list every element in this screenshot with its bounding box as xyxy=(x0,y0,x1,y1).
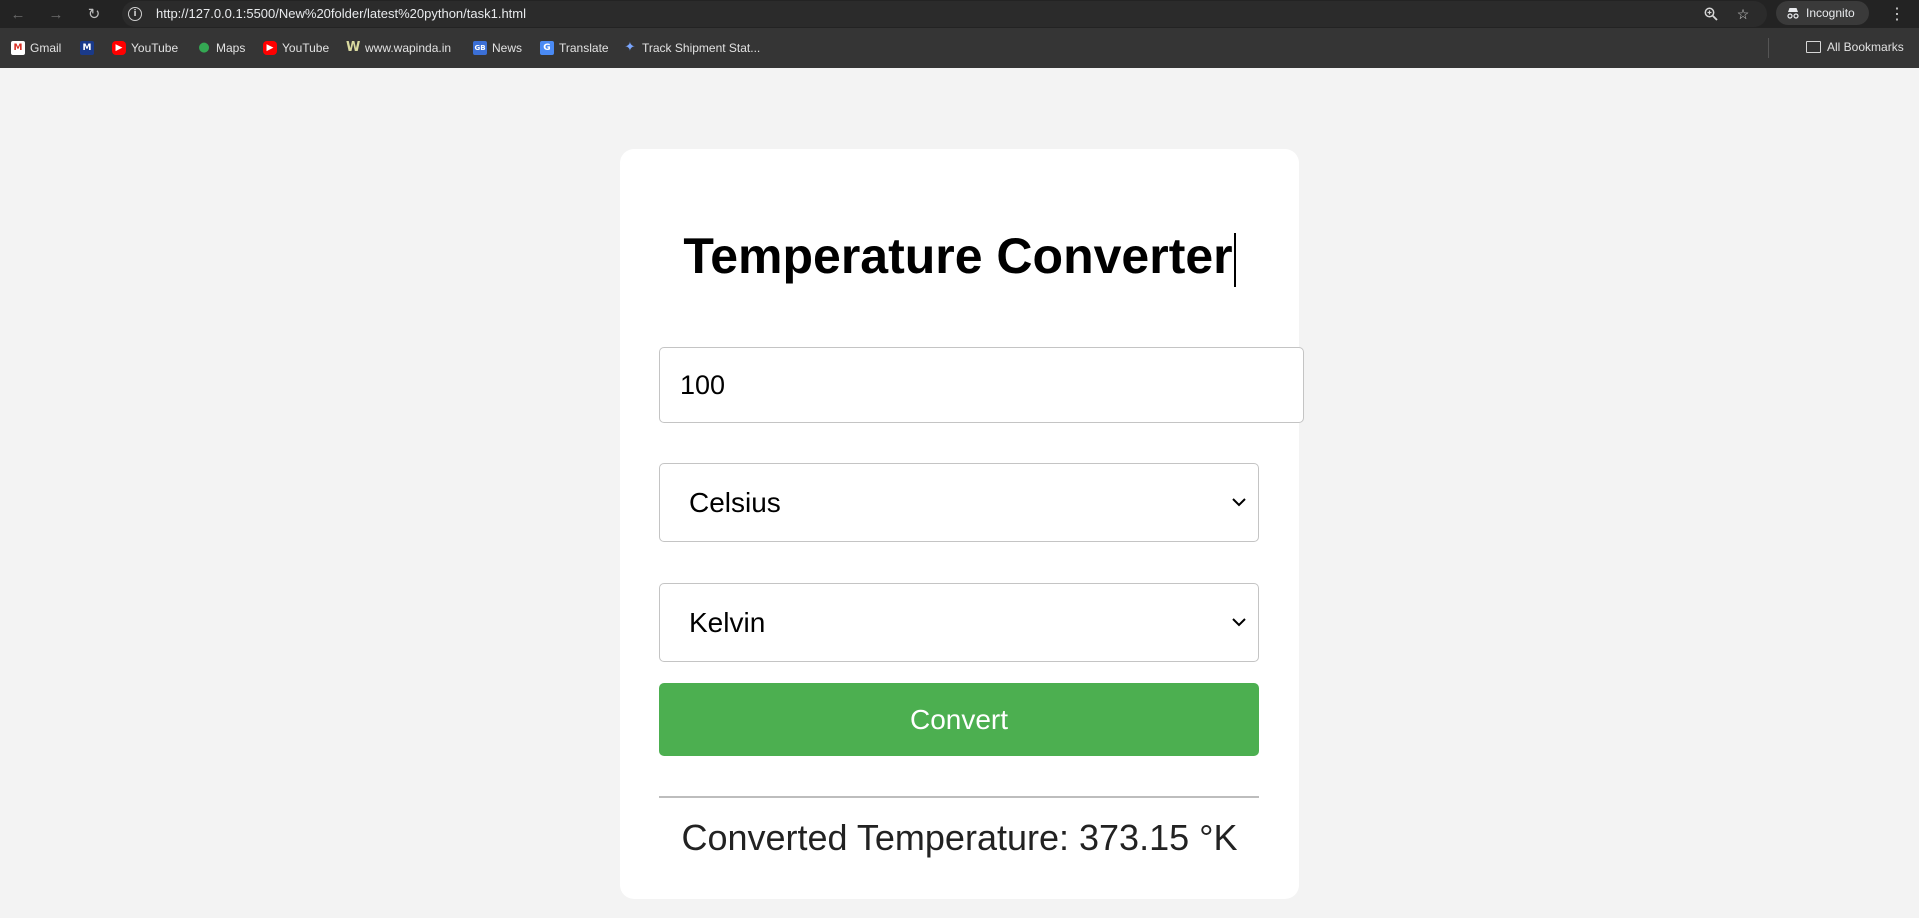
bookmark-label: News xyxy=(492,41,523,55)
mail-icon: M xyxy=(80,41,94,55)
track-icon: ✦ xyxy=(624,40,636,55)
bookmark-label: Gmail xyxy=(30,41,62,55)
chevron-down-icon xyxy=(1232,498,1246,507)
bookmark-label: Translate xyxy=(559,41,609,55)
star-icon[interactable]: ☆ xyxy=(1733,4,1753,24)
reload-icon[interactable]: ↻ xyxy=(84,4,104,24)
bookmark-wapinda[interactable]: W www.wapinda.in xyxy=(346,40,451,56)
bookmark-youtube[interactable]: ▶ YouTube xyxy=(112,40,178,56)
result-divider xyxy=(659,796,1259,798)
bookmarks-bar: M Gmail M ▶ YouTube ● Maps ▶ YouTube W w… xyxy=(0,28,1919,68)
bookmark-gmail[interactable]: M Gmail xyxy=(11,40,61,56)
convert-button[interactable]: Convert xyxy=(659,683,1259,756)
gmail-icon: M xyxy=(11,41,25,55)
from-unit-select[interactable]: Celsius xyxy=(659,463,1259,542)
incognito-badge[interactable]: Incognito xyxy=(1776,1,1869,25)
forward-icon[interactable]: → xyxy=(46,4,66,24)
bookmarks-divider xyxy=(1768,38,1769,58)
page-title: Temperature Converter xyxy=(620,227,1299,287)
url-text[interactable]: http://127.0.0.1:5500/New%20folder/lates… xyxy=(156,6,526,21)
youtube-icon: ▶ xyxy=(263,41,277,55)
bookmark-label: Maps xyxy=(216,41,246,55)
all-bookmarks-label: All Bookmarks xyxy=(1827,40,1904,54)
text-caret xyxy=(1233,232,1236,287)
browser-toolbar: ← → ↻ i http://127.0.0.1:5500/New%20fold… xyxy=(0,0,1919,28)
translate-icon: G xyxy=(540,41,554,55)
address-bar[interactable]: i http://127.0.0.1:5500/New%20folder/lat… xyxy=(122,1,1767,27)
news-icon: GB xyxy=(473,41,487,55)
from-unit-value: Celsius xyxy=(689,486,781,518)
zoom-icon[interactable] xyxy=(1701,4,1721,24)
kebab-menu-icon[interactable]: ⋮ xyxy=(1887,3,1907,25)
bookmark-youtube-2[interactable]: ▶ YouTube xyxy=(263,40,329,56)
youtube-icon: ▶ xyxy=(112,41,126,55)
to-unit-select[interactable]: Kelvin xyxy=(659,583,1259,662)
result-text: Converted Temperature: 373.15 °K xyxy=(681,817,1238,858)
converter-card: Temperature Converter Celsius Kelvin Con… xyxy=(620,149,1304,899)
wapinda-icon: W xyxy=(346,40,361,55)
to-unit-value: Kelvin xyxy=(689,606,766,638)
back-icon[interactable]: ← xyxy=(8,4,28,24)
info-icon[interactable]: i xyxy=(128,7,142,21)
bookmark-translate[interactable]: G Translate xyxy=(540,40,609,56)
bookmark-label: YouTube xyxy=(131,41,179,55)
chevron-down-icon xyxy=(1232,618,1246,627)
bookmark-label: Track Shipment Stat... xyxy=(642,41,761,55)
folder-icon xyxy=(1806,41,1821,53)
maps-icon: ● xyxy=(198,40,210,55)
temperature-input[interactable] xyxy=(659,347,1304,423)
incognito-icon xyxy=(1787,8,1799,19)
bookmark-maps[interactable]: ● Maps xyxy=(197,40,245,56)
all-bookmarks-button[interactable]: All Bookmarks xyxy=(1806,40,1904,54)
bookmark-mail[interactable]: M xyxy=(80,40,94,56)
bookmark-label: YouTube xyxy=(282,41,330,55)
bookmark-label: www.wapinda.in xyxy=(365,41,452,55)
incognito-label: Incognito xyxy=(1806,6,1855,20)
bookmark-track-shipment[interactable]: ✦ Track Shipment Stat... xyxy=(623,40,761,56)
bookmark-news[interactable]: GB News xyxy=(473,40,522,56)
